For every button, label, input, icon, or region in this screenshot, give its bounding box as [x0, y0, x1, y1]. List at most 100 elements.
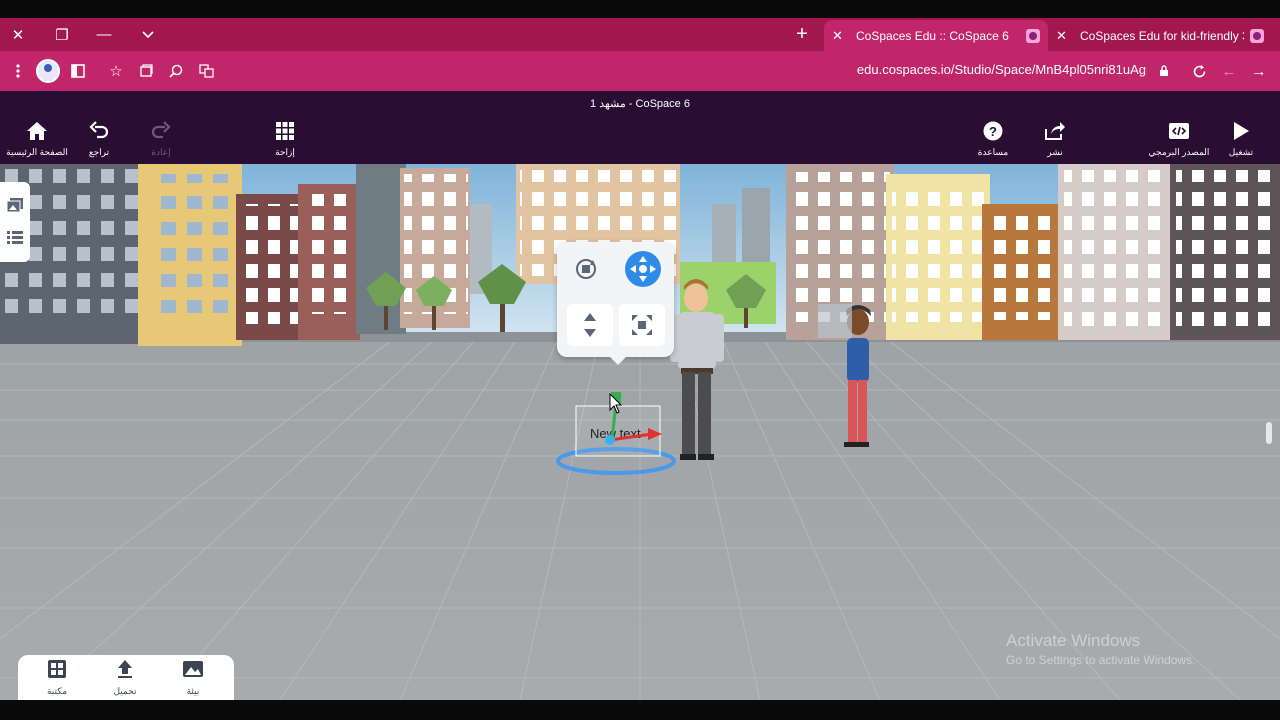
play-label: تشغيل	[1228, 147, 1254, 157]
code-label: المصدر البرمجي	[1148, 147, 1210, 157]
lift-mode-button[interactable]	[567, 304, 613, 346]
back-button[interactable]: ←	[1217, 59, 1241, 83]
more-vertical-icon	[16, 64, 20, 78]
undo-button[interactable]: تراجع	[68, 119, 130, 158]
share-icon	[1045, 122, 1065, 140]
favorite-button[interactable]: ☆	[104, 59, 128, 83]
grid-label: إزاحة	[275, 147, 295, 157]
tab-list-button[interactable]	[130, 18, 166, 51]
share-button[interactable]: نشر	[1024, 119, 1086, 158]
app-header: CoSpace 6 - مشهد 1 الصفحة الرئيسية تراجع…	[0, 91, 1280, 164]
cospaces-favicon-icon	[1250, 28, 1264, 43]
help-icon: ?	[983, 121, 1003, 141]
list-icon	[7, 231, 23, 244]
lock-icon	[1160, 65, 1168, 76]
refresh-icon	[1193, 64, 1205, 77]
library-label: مكتبة	[46, 686, 68, 696]
home-icon	[27, 122, 47, 140]
scene-viewport[interactable]: New text	[0, 164, 1280, 700]
svg-text:?: ?	[989, 124, 997, 139]
rotate-mode-button[interactable]	[563, 248, 609, 290]
menu-button[interactable]	[6, 59, 30, 83]
sidebar-button[interactable]	[66, 59, 90, 83]
scene-title: CoSpace 6 - مشهد 1	[590, 98, 690, 110]
library-icon	[48, 660, 66, 678]
profile-avatar[interactable]	[36, 59, 60, 83]
tab-title: CoSpaces Edu :: CoSpace 6	[856, 28, 1009, 43]
scale-mode-button[interactable]	[619, 304, 665, 346]
building	[356, 164, 406, 334]
tab-close-icon[interactable]: ✕	[832, 28, 850, 44]
minimize-window-button[interactable]: —	[86, 18, 122, 51]
activation-watermark: Activate Windows Go to Settings to activ…	[1006, 631, 1195, 667]
code-icon	[1169, 123, 1189, 139]
top-strip	[0, 0, 1280, 18]
tab-close-icon[interactable]: ✕	[1056, 28, 1074, 44]
close-window-button[interactable]: ✕	[0, 18, 36, 51]
translate-button[interactable]	[194, 59, 218, 83]
undo-icon	[89, 121, 109, 139]
building-windows	[302, 194, 358, 314]
close-icon: ✕	[11, 26, 25, 44]
minimize-icon: —	[96, 26, 112, 43]
gallery-icon	[7, 198, 23, 212]
move-mode-button[interactable]	[620, 248, 666, 290]
environment-icon	[183, 661, 203, 677]
building-windows	[1176, 170, 1276, 330]
play-icon	[1234, 122, 1249, 140]
transform-popover	[557, 242, 674, 365]
collections-icon	[140, 64, 153, 77]
environment-label: بيئة	[186, 686, 200, 696]
restore-window-button[interactable]: ❐	[44, 18, 80, 51]
help-label: مساعدة	[977, 147, 1009, 157]
undo-label: تراجع	[88, 147, 110, 157]
library-button[interactable]: مكتبة	[22, 659, 92, 697]
tab-cospaces-edu[interactable]: ✕ CoSpaces Edu for kid-friendly 3D	[1048, 20, 1272, 51]
code-button[interactable]: المصدر البرمجي	[1148, 119, 1210, 158]
home-button[interactable]: الصفحة الرئيسية	[6, 119, 68, 158]
redo-button[interactable]: إعادة	[130, 119, 192, 158]
building-windows	[892, 182, 986, 322]
arrow-right-icon: →	[1251, 62, 1267, 80]
new-tab-button[interactable]: +	[788, 18, 816, 51]
plus-icon: +	[796, 23, 808, 45]
building-windows	[988, 210, 1064, 320]
tab-bar: ✕ ❐ — + ✕ CoSpaces Edu :: CoSpace 6 ✕ Co…	[0, 18, 1280, 51]
upload-label: تحميل	[113, 686, 137, 696]
chevron-down-icon	[142, 30, 154, 38]
watermark-line1: Activate Windows	[1006, 631, 1141, 650]
gallery-button[interactable]	[6, 196, 24, 214]
lift-icon	[584, 313, 596, 337]
upload-button[interactable]: تحميل	[90, 659, 160, 697]
left-side-panel	[0, 182, 30, 262]
building-windows	[1064, 170, 1176, 330]
environment-button[interactable]: بيئة	[158, 659, 228, 697]
help-button[interactable]: ? مساعدة	[962, 119, 1024, 158]
zoom-button[interactable]	[164, 59, 188, 83]
address-bar: ☆ edu.cospaces.io/Studio/Space/MnB4pl05n…	[0, 51, 1280, 91]
home-label: الصفحة الرئيسية	[6, 147, 68, 157]
collections-button[interactable]	[134, 59, 158, 83]
share-label: نشر	[1047, 147, 1063, 157]
forward-button[interactable]: →	[1247, 59, 1271, 83]
bus-stop	[818, 304, 852, 338]
play-button[interactable]: تشغيل	[1210, 119, 1272, 158]
zoom-icon	[169, 64, 183, 78]
lock-indicator[interactable]	[1152, 59, 1176, 83]
bottom-strip	[0, 700, 1280, 720]
grid-icon	[276, 122, 294, 140]
watermark-line2: Go to Settings to activate Windows.	[1006, 653, 1196, 667]
rotate-icon	[576, 259, 596, 279]
building-windows	[240, 204, 300, 324]
url-text[interactable]: edu.cospaces.io/Studio/Space/MnB4pl05nri…	[857, 62, 1146, 77]
viewport-scroll-handle[interactable]	[1266, 422, 1272, 444]
bottom-panel: مكتبة تحميل بيئة	[18, 655, 234, 700]
list-button[interactable]	[6, 228, 24, 246]
grid-button[interactable]: إزاحة	[254, 119, 316, 158]
cospaces-favicon-icon	[1026, 28, 1040, 43]
translate-icon	[198, 64, 214, 78]
tab-cospace-6[interactable]: ✕ CoSpaces Edu :: CoSpace 6	[824, 20, 1048, 51]
refresh-button[interactable]	[1187, 59, 1211, 83]
move-icon	[625, 251, 661, 287]
redo-label: إعادة	[151, 147, 171, 157]
